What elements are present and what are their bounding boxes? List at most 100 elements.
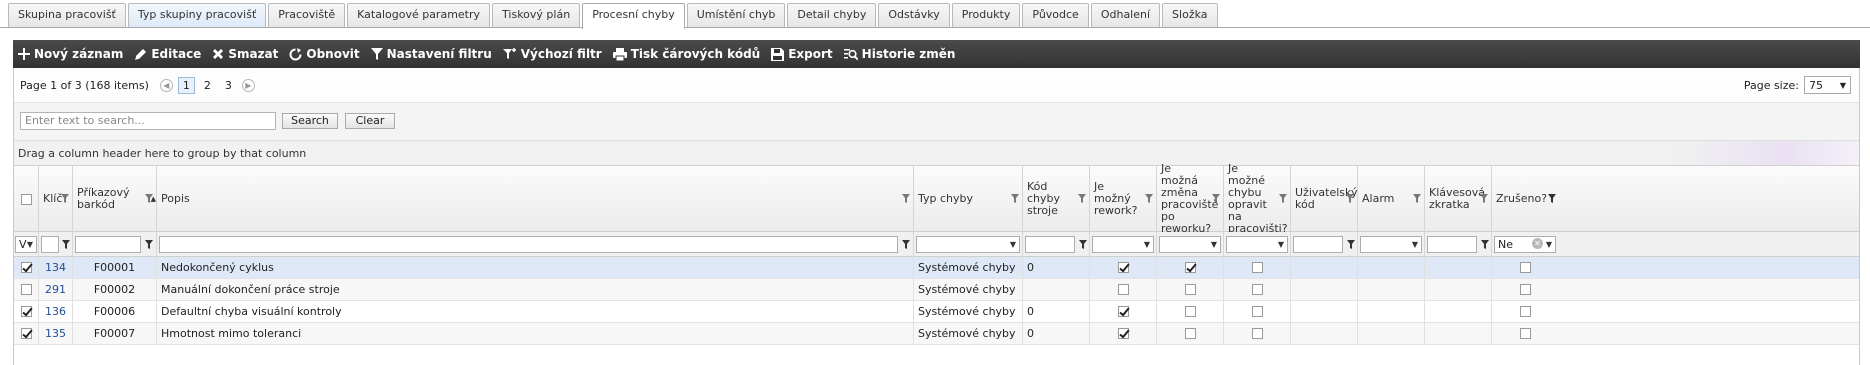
column-header-cancelled[interactable]: Zrušeno?	[1492, 166, 1559, 232]
key-filter-input[interactable]	[41, 236, 59, 253]
filter-icon[interactable]	[1347, 240, 1355, 249]
description-filter-input[interactable]	[159, 236, 898, 253]
column-header-change-workstation[interactable]: Je možná změna pracoviště po reworku?	[1157, 163, 1224, 235]
filter-icon[interactable]	[1279, 194, 1287, 203]
column-header-error-type[interactable]: Typ chyby	[914, 166, 1023, 232]
shortcut-filter-input[interactable]	[1427, 236, 1477, 253]
fix-workstation-filter-dropdown[interactable]: ▼	[1226, 236, 1288, 253]
barcode-filter-input[interactable]	[75, 236, 141, 253]
select-all-checkbox[interactable]	[20, 193, 32, 205]
rework-checkbox[interactable]	[1117, 261, 1129, 273]
filter-icon[interactable]	[1145, 194, 1153, 203]
machine-code-filter-input[interactable]	[1025, 236, 1075, 253]
rework-checkbox[interactable]	[1117, 305, 1129, 317]
cancelled-checkbox[interactable]	[1520, 327, 1531, 339]
cancelled-checkbox[interactable]	[1520, 283, 1531, 295]
change-workstation-checkbox[interactable]	[1184, 327, 1196, 339]
delete-button[interactable]: Smazat	[212, 47, 278, 61]
row-select-checkbox[interactable]	[20, 305, 32, 317]
filter-icon[interactable]	[1413, 194, 1421, 203]
filter-icon[interactable]	[1346, 194, 1354, 203]
user-code-filter-input[interactable]	[1293, 236, 1343, 253]
filter-icon[interactable]	[1079, 240, 1087, 249]
export-button[interactable]: Export	[771, 47, 833, 61]
filter-icon[interactable]	[902, 194, 910, 203]
refresh-button[interactable]: Obnovit	[289, 47, 360, 61]
page-size-select[interactable]: 75 ▼	[1804, 76, 1851, 94]
column-header-description[interactable]: Popis	[157, 166, 914, 232]
row-select-checkbox[interactable]	[20, 261, 32, 273]
table-row[interactable]: 291 F00002 Manuální dokončení práce stroje…	[14, 279, 1859, 301]
column-header-fix-workstation[interactable]: Je možné chybu opravit na pracovišti?	[1224, 163, 1291, 235]
alarm-filter-dropdown[interactable]: ▼	[1360, 236, 1422, 253]
select-all-header[interactable]	[14, 166, 39, 232]
history-button[interactable]: Historie změn	[843, 47, 955, 61]
new-record-button[interactable]: Nový záznam	[18, 47, 123, 61]
filter-icon[interactable]	[902, 240, 910, 249]
select-filter-dropdown[interactable]: V ▼	[15, 236, 37, 253]
change-workstation-checkbox[interactable]	[1184, 283, 1196, 295]
column-header-key[interactable]: Klíč	[39, 166, 73, 232]
tab-3[interactable]: Katalogové parametry	[347, 3, 491, 27]
filter-settings-button[interactable]: Nastavení filtru	[370, 47, 492, 61]
change-workstation-filter-dropdown[interactable]: ▼	[1159, 236, 1221, 253]
print-barcodes-button[interactable]: Tisk čárových kódů	[612, 47, 760, 61]
tab-7[interactable]: Detail chyby	[787, 3, 877, 27]
default-filter-button[interactable]: Výchozí filtr	[502, 47, 602, 61]
prev-page-icon[interactable]: ◀	[159, 78, 173, 92]
filter-icon[interactable]	[1212, 194, 1220, 203]
filter-icon[interactable]	[1480, 194, 1488, 203]
tab-0[interactable]: Skupina pracovišť	[8, 3, 126, 27]
column-header-user-code[interactable]: Uživatelský kód	[1291, 166, 1358, 232]
change-workstation-checkbox[interactable]	[1184, 261, 1196, 273]
search-button[interactable]: Search	[282, 113, 338, 129]
tab-1[interactable]: Typ skupiny pracovišť	[127, 3, 267, 27]
table-row[interactable]: 135 F00007 Hmotnost mimo toleranci Systémov…	[14, 323, 1859, 345]
next-page-icon[interactable]: ▶	[241, 78, 255, 92]
filter-icon[interactable]	[62, 240, 70, 249]
edit-button[interactable]: Editace	[134, 47, 201, 61]
filter-icon[interactable]	[1548, 194, 1556, 203]
fix-workstation-checkbox[interactable]	[1251, 305, 1263, 317]
filter-icon[interactable]	[61, 194, 69, 203]
search-input[interactable]: Enter text to search...	[20, 112, 276, 130]
change-workstation-checkbox[interactable]	[1184, 305, 1196, 317]
row-select-checkbox[interactable]	[20, 327, 32, 339]
rework-filter-dropdown[interactable]: ▼	[1092, 236, 1154, 253]
table-row[interactable]: 136 F00006 Defaultní chyba visuální kontro…	[14, 301, 1859, 323]
tab-2[interactable]: Pracoviště	[268, 3, 346, 27]
fix-workstation-checkbox[interactable]	[1251, 283, 1263, 295]
page-1-button[interactable]: 1	[177, 76, 195, 94]
filter-icon[interactable]	[145, 240, 153, 249]
clear-button[interactable]: Clear	[345, 113, 395, 129]
table-row[interactable]: 134 F00001 Nedokončený cyklus Systémové chy…	[14, 257, 1859, 279]
tab-9[interactable]: Produkty	[951, 3, 1021, 27]
tab-5[interactable]: Procesní chyby	[582, 3, 685, 29]
fix-workstation-checkbox[interactable]	[1251, 327, 1263, 339]
column-header-shortcut[interactable]: Klávesová zkratka	[1425, 166, 1492, 232]
page-2-button[interactable]: 2	[199, 77, 216, 94]
tab-4[interactable]: Tiskový plán	[492, 3, 581, 27]
tab-8[interactable]: Odstávky	[878, 3, 950, 27]
filter-icon[interactable]	[1011, 194, 1019, 203]
cancelled-checkbox[interactable]	[1520, 261, 1531, 273]
row-select-checkbox[interactable]	[20, 283, 32, 295]
error-type-filter-dropdown[interactable]: ▼	[916, 236, 1020, 253]
column-header-barcode[interactable]: Příkazový barkód ▲	[73, 166, 157, 232]
filter-icon[interactable]	[145, 194, 153, 203]
column-header-rework[interactable]: Je možný rework?	[1090, 166, 1157, 232]
tab-11[interactable]: Odhalení	[1090, 3, 1161, 27]
fix-workstation-checkbox[interactable]	[1251, 261, 1263, 273]
tab-12[interactable]: Složka	[1162, 3, 1218, 27]
filter-icon[interactable]	[1481, 240, 1489, 249]
cancelled-filter-dropdown[interactable]: Ne ✕ ▼	[1494, 236, 1556, 253]
clear-filter-icon[interactable]: ✕	[1532, 238, 1543, 249]
filter-icon[interactable]	[1078, 194, 1086, 203]
column-header-machine-code[interactable]: Kód chyby stroje	[1023, 166, 1090, 232]
cancelled-checkbox[interactable]	[1520, 305, 1531, 317]
rework-checkbox[interactable]	[1117, 283, 1129, 295]
tab-6[interactable]: Umístění chyb	[686, 3, 786, 27]
rework-checkbox[interactable]	[1117, 327, 1129, 339]
column-header-alarm[interactable]: Alarm	[1358, 166, 1425, 232]
page-3-button[interactable]: 3	[220, 77, 237, 94]
